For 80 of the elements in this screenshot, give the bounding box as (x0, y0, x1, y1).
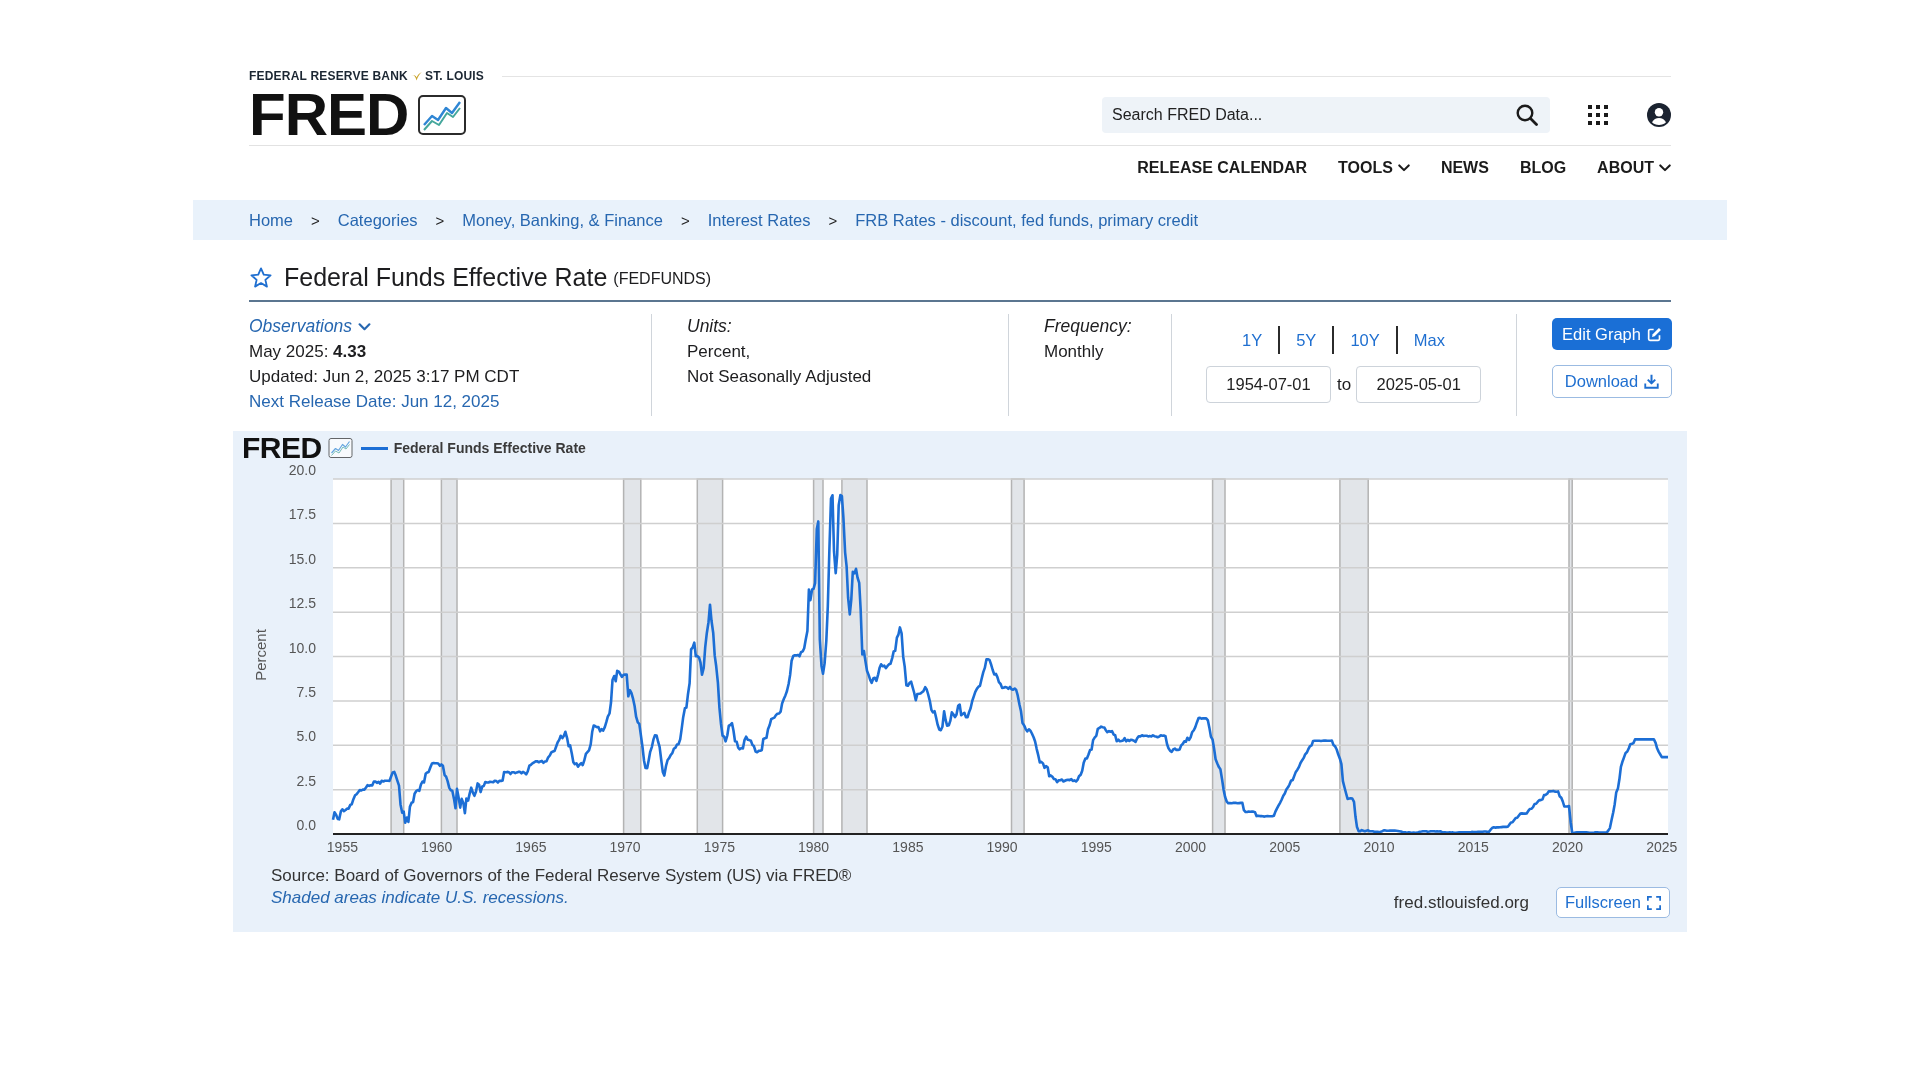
x-axis-label: 1960 (421, 839, 453, 855)
range-button[interactable]: 5Y (1280, 325, 1333, 355)
breadcrumb-link[interactable]: Categories (337, 210, 418, 230)
x-axis-label: 1955 (326, 839, 358, 855)
breadcrumb-separator: > (435, 211, 445, 229)
chevron-down-icon[interactable] (1397, 163, 1410, 172)
y-axis-title: Percent (252, 629, 269, 681)
x-axis-label: 1970 (609, 839, 641, 855)
x-axis-label: 2025 (1646, 839, 1678, 855)
edit-graph-button[interactable]: Edit Graph (1552, 318, 1672, 350)
y-axis-label: 12.5 (288, 595, 316, 612)
breadcrumb-link[interactable]: FRB Rates - discount, fed funds, primary credit (855, 210, 1199, 230)
y-axis-label: 5.0 (296, 728, 316, 745)
legend-label: Federal Funds Effective Rate (393, 440, 586, 456)
units-value: Not Seasonally Adjusted (687, 366, 872, 388)
frequency-value: Monthly (1044, 341, 1104, 363)
y-axis-label: 10.0 (288, 639, 316, 656)
nav-link[interactable]: NEWS (1440, 158, 1489, 177)
series-title: Federal Funds Effective Rate (284, 262, 608, 292)
observations-toggle[interactable]: Observations (249, 314, 372, 339)
start-date-field[interactable]: 1954-07-01 (1206, 366, 1331, 403)
x-axis-label: 1980 (798, 839, 830, 855)
frequency-label: Frequency: (1044, 315, 1132, 338)
download-button[interactable]: Download (1552, 365, 1672, 398)
range-button[interactable]: 1Y (1226, 325, 1279, 355)
units-label: Units: (687, 315, 732, 338)
nav-menu[interactable]: TOOLS (1338, 158, 1410, 177)
next-release-link[interactable]: Next Release Date: Jun 12, 2025 (249, 389, 500, 414)
x-axis-label: 1990 (986, 839, 1018, 855)
x-axis-label: 1965 (515, 839, 547, 855)
x-axis-label: 1975 (703, 839, 735, 855)
breadcrumb-separator: > (680, 211, 690, 229)
search-field[interactable]: Search FRED Data... (1102, 96, 1550, 133)
y-axis-label: 7.5 (296, 683, 316, 700)
series-code: (FEDFUNDS) (613, 270, 712, 288)
nav-link[interactable]: BLOG (1519, 158, 1567, 177)
end-date-field[interactable]: 2025-05-01 (1356, 366, 1482, 403)
chevron-down-icon[interactable] (1659, 163, 1671, 172)
site-url: fred.stlouisfed.org (1393, 892, 1529, 913)
bank-name: FEDERAL RESERVE BANK (249, 69, 408, 83)
date-separator: to (1337, 374, 1352, 395)
x-axis-label: 2000 (1175, 839, 1207, 855)
latest-observation: May 2025: 4.33 (249, 341, 367, 363)
nav-link[interactable]: RELEASE CALENDAR (1137, 158, 1308, 177)
y-axis-label: 17.5 (288, 506, 316, 523)
x-axis-label: 1985 (892, 839, 924, 855)
logo-wordmark[interactable]: FRED (249, 84, 409, 145)
units-value: Percent, (687, 341, 751, 363)
breadcrumb-link[interactable]: Home (249, 210, 293, 230)
edit-icon[interactable] (1646, 326, 1662, 342)
x-axis-label: 2015 (1457, 839, 1489, 855)
y-axis-label: 2.5 (296, 772, 316, 789)
user-icon[interactable] (1647, 102, 1671, 127)
range-button[interactable]: 10Y (1334, 325, 1396, 355)
bank-city: ST. LOUIS (424, 69, 485, 83)
y-axis-label: 15.0 (288, 550, 316, 567)
download-icon[interactable] (1644, 374, 1660, 389)
recessions-link[interactable]: Shaded areas indicate U.S. recessions. (271, 887, 569, 909)
grid-icon[interactable] (1588, 104, 1608, 125)
breadcrumb-separator: > (311, 211, 320, 229)
nav-menu[interactable]: ABOUT (1597, 158, 1671, 177)
fullscreen-button[interactable]: Fullscreen (1556, 887, 1670, 918)
x-axis-label: 2020 (1551, 839, 1584, 855)
star-icon[interactable] (250, 266, 272, 288)
chart-logo-text: FRED (242, 433, 322, 463)
breadcrumb-link[interactable]: Interest Rates (707, 210, 811, 230)
line-chart-icon[interactable] (418, 94, 467, 135)
source-note: Source: Board of Governors of the Federal Reserve System (US) via FRED® (271, 865, 852, 887)
checkmark-icon (410, 71, 422, 81)
last-updated: Updated: Jun 2, 2025 3:17 PM CDT (249, 366, 520, 388)
y-axis-label: 0.0 (296, 817, 316, 833)
range-button[interactable]: Max (1397, 325, 1461, 355)
x-axis-label: 1995 (1080, 839, 1112, 855)
x-axis-label: 2010 (1363, 839, 1395, 855)
x-axis-label: 2005 (1269, 839, 1301, 855)
line-chart-icon (327, 438, 353, 458)
breadcrumb-link[interactable]: Money, Banking, & Finance (462, 210, 663, 230)
fullscreen-icon[interactable] (1647, 895, 1662, 910)
y-axis-label: 20.0 (288, 462, 316, 478)
breadcrumb-separator: > (828, 211, 838, 229)
